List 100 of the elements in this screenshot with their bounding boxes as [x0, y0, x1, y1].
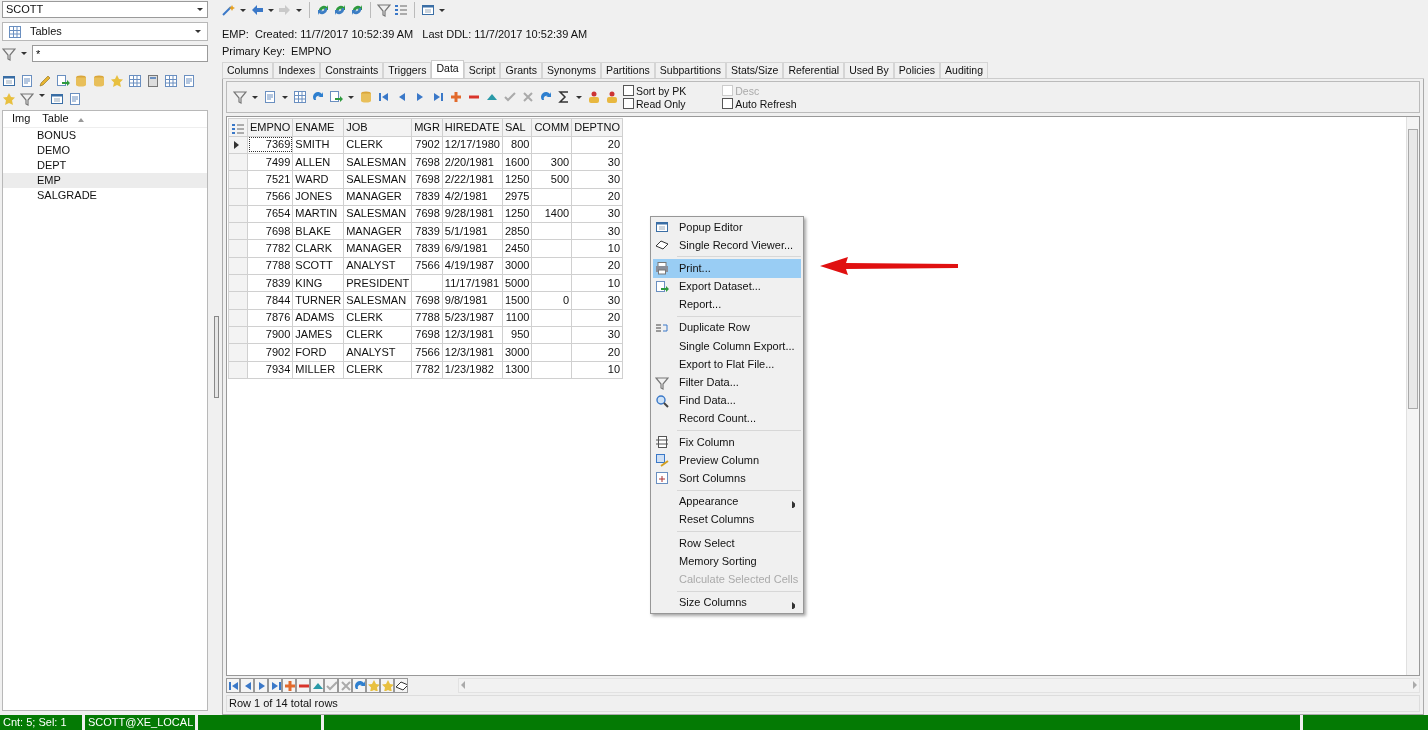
tab[interactable]: Subpartitions — [654, 61, 727, 79]
menu-item[interactable]: Record Count... — [653, 409, 801, 429]
caret-icon[interactable] — [251, 93, 259, 101]
menu-item[interactable]: Print... — [653, 259, 801, 278]
menu-item[interactable]: Popup Editor — [653, 218, 801, 237]
user-icon[interactable] — [587, 90, 601, 105]
tab[interactable]: Synonyms — [542, 61, 602, 79]
tab[interactable]: Script — [463, 61, 501, 79]
document-icon[interactable] — [68, 92, 82, 106]
tab[interactable]: Constraints — [320, 61, 384, 79]
user-icon[interactable] — [605, 90, 619, 105]
menu-item[interactable]: Memory Sorting — [653, 552, 801, 571]
database-icon[interactable] — [74, 74, 88, 88]
filter-icon[interactable] — [2, 46, 16, 61]
column-header[interactable]: JOB — [343, 118, 412, 137]
menu-item[interactable]: Export to Flat File... — [653, 355, 801, 374]
caret-icon[interactable] — [295, 6, 303, 14]
column-header[interactable]: COMM — [531, 118, 572, 137]
refresh-icon[interactable] — [316, 3, 330, 17]
refresh-icon[interactable] — [333, 3, 347, 17]
plus-icon[interactable] — [449, 90, 463, 105]
menu-item[interactable]: Appearance — [653, 492, 801, 511]
column-header[interactable]: MGR — [411, 118, 443, 137]
menu-item[interactable]: Find Data... — [653, 391, 801, 410]
grid-icon[interactable] — [128, 74, 142, 88]
menu-item[interactable]: Filter Data... — [653, 373, 801, 392]
vertical-scrollbar[interactable] — [1406, 117, 1419, 675]
menu-item[interactable]: Row Select — [653, 534, 801, 553]
filter-icon[interactable] — [20, 92, 34, 106]
column-menu-icon[interactable] — [231, 122, 245, 134]
column-header[interactable]: ENAME — [292, 118, 344, 137]
caret-icon[interactable] — [239, 6, 247, 14]
table-list-item[interactable]: EMP — [3, 173, 207, 188]
nav-button[interactable] — [394, 677, 408, 693]
tab[interactable]: Auditing — [940, 61, 988, 79]
tab[interactable]: Stats/Size — [726, 61, 784, 79]
back-arrow-icon[interactable] — [250, 3, 264, 17]
column-header[interactable]: EMPNO — [247, 118, 293, 137]
sigma-icon[interactable] — [557, 90, 571, 105]
window-icon[interactable] — [50, 92, 64, 106]
window-icon[interactable] — [2, 74, 16, 88]
database-icon[interactable] — [92, 74, 106, 88]
tab[interactable]: Partitions — [601, 61, 655, 79]
refresh-icon[interactable] — [350, 3, 364, 17]
menu-item[interactable]: Size Columns — [653, 593, 801, 612]
table-list-item[interactable]: SALGRADE — [3, 188, 207, 203]
caret-icon[interactable] — [281, 93, 289, 101]
table-list-item[interactable]: DEMO — [3, 143, 207, 158]
list-icon[interactable] — [394, 3, 408, 17]
grid-icon[interactable] — [164, 74, 178, 88]
column-header[interactable]: HIREDATE — [442, 118, 503, 137]
column-header[interactable]: Table — [42, 112, 69, 126]
filter-icon[interactable] — [233, 90, 247, 105]
menu-item[interactable]: Reset Columns — [653, 510, 801, 529]
menu-item[interactable]: Report... — [653, 295, 801, 314]
table-list-item[interactable]: DEPT — [3, 158, 207, 173]
menu-item[interactable]: Single Column Export... — [653, 337, 801, 356]
tab[interactable]: Policies — [893, 61, 941, 79]
menu-item[interactable]: Export Dataset... — [653, 277, 801, 296]
caret-icon[interactable] — [196, 6, 204, 13]
filter-icon[interactable] — [377, 3, 391, 17]
wand-icon[interactable] — [222, 3, 236, 17]
tab[interactable]: Grants — [500, 61, 542, 79]
object-type-select[interactable]: Tables — [2, 22, 208, 41]
calculator-icon[interactable] — [146, 74, 160, 88]
document-icon[interactable] — [182, 74, 196, 88]
export-icon[interactable] — [329, 90, 343, 105]
column-header[interactable]: DEPTNO — [571, 118, 623, 137]
caret-icon[interactable] — [267, 6, 275, 14]
tab[interactable]: Used By — [844, 61, 894, 79]
horizontal-scrollbar[interactable] — [458, 677, 1420, 693]
tab[interactable]: Indexes — [273, 61, 321, 79]
caret-icon[interactable] — [575, 93, 583, 101]
window-icon[interactable] — [421, 3, 435, 17]
menu-item[interactable]: Preview Column — [653, 451, 801, 470]
column-header[interactable]: SAL — [502, 118, 532, 137]
column-header[interactable]: Img — [12, 112, 31, 126]
splitter-handle[interactable] — [213, 316, 219, 398]
tab[interactable]: Referential — [783, 61, 845, 79]
star-icon[interactable] — [110, 74, 124, 88]
menu-item[interactable]: Sort Columns — [653, 469, 801, 488]
menu-item[interactable]: Duplicate Row — [653, 318, 801, 338]
menu-item[interactable]: Single Record Viewer... — [653, 236, 801, 255]
schema-select[interactable]: SCOTT — [2, 1, 208, 18]
checkbox[interactable] — [722, 98, 734, 110]
caret-icon[interactable] — [38, 92, 46, 99]
scroll-right-icon[interactable] — [1411, 678, 1419, 691]
filter-field[interactable]: * — [32, 45, 208, 62]
export-icon[interactable] — [56, 74, 70, 88]
caret-icon[interactable] — [347, 93, 355, 101]
tab[interactable]: Columns — [222, 61, 274, 79]
menu-item[interactable]: Fix Column — [653, 433, 801, 452]
caret-icon[interactable] — [20, 50, 28, 57]
checkbox[interactable] — [623, 85, 634, 97]
table-list-item[interactable]: BONUS — [3, 128, 207, 143]
caret-icon[interactable] — [438, 6, 446, 14]
tab[interactable]: Data — [431, 59, 464, 79]
star-icon[interactable] — [2, 92, 16, 106]
tab[interactable]: Triggers — [383, 61, 432, 79]
checkbox[interactable] — [623, 98, 634, 110]
